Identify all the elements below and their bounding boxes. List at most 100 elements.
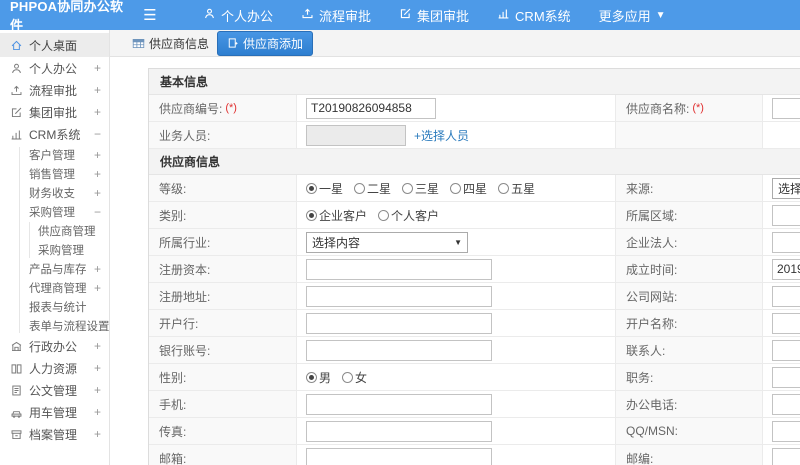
founded-date-input[interactable] [772,258,800,280]
expand-indicator[interactable]: + [94,61,101,75]
radio-level-1[interactable] [306,182,317,194]
reg-capital-input[interactable] [306,258,492,280]
business-person-input[interactable] [306,124,406,146]
sidebar-item-human-resources[interactable]: 人力资源 + [0,357,109,379]
radio-level-4[interactable] [450,182,462,194]
field-label: 传真: [149,418,297,444]
office-phone-input[interactable] [772,393,800,415]
sidebar-item-finance[interactable]: 财务收支 + [0,183,109,202]
nav-more-apps[interactable]: 更多应用 ▼ [599,6,666,25]
sidebar-item-crm-system[interactable]: CRM系统 − [0,123,109,145]
bank-input[interactable] [306,312,492,334]
sidebar-item-form-flow-settings[interactable]: 表单与流程设置 + [0,316,109,335]
reg-address-input[interactable] [306,285,492,307]
field-label: 银行账号: [149,337,297,363]
expand-indicator[interactable]: + [94,105,101,119]
user-icon [10,62,23,75]
mobile-input[interactable] [306,393,492,415]
supplier-name-input[interactable] [772,97,800,119]
nav-personal-office[interactable]: 个人办公 [203,6,273,25]
expand-indicator[interactable]: + [94,383,101,397]
expand-indicator[interactable]: + [94,427,101,441]
menu-toggle-icon[interactable]: ☰ [135,6,165,24]
expand-indicator[interactable]: + [94,148,101,162]
choose-person-link[interactable]: +选择人员 [414,127,469,144]
nav-crm-system[interactable]: CRM系统 [497,6,571,25]
expand-indicator[interactable]: + [94,405,101,419]
supplier-no-input[interactable] [306,97,436,119]
radio-level-2[interactable] [354,182,366,194]
industry-select[interactable]: 选择内容 ▼ [306,231,468,253]
radio-level-3[interactable] [402,182,414,194]
sidebar-item-vehicle-mgmt[interactable]: 用车管理 + [0,401,109,423]
sidebar-item-process-approval[interactable]: 流程审批 + [0,79,109,101]
nav-group-approval[interactable]: 集团审批 [399,6,469,25]
radio-enterprise-customer[interactable] [306,209,317,221]
field-label [616,122,763,148]
sidebar-item-customer-mgmt[interactable]: 客户管理 + [0,145,109,164]
sidebar-item-supplier-mgmt[interactable]: 供应商管理 [0,221,109,240]
field-label: 办公电话: [616,391,763,417]
radio-level-5[interactable] [498,182,510,194]
collapse-indicator[interactable]: − [94,205,101,219]
expand-indicator[interactable]: + [94,262,101,276]
radio-personal-customer[interactable] [378,209,390,221]
expand-indicator[interactable]: + [94,339,101,353]
source-select[interactable]: 选择内容▼ [772,177,800,199]
zip-input[interactable] [772,447,800,465]
field-label: 性别: [149,364,297,390]
bar-chart-icon [10,128,23,141]
region-input[interactable] [772,204,800,226]
sidebar-item-purchasing[interactable]: 采购管理 [0,240,109,259]
sidebar-item-archive-mgmt[interactable]: 档案管理 + [0,423,109,445]
sidebar-item-document-mgmt[interactable]: 公文管理 + [0,379,109,401]
expand-indicator[interactable]: + [94,361,101,375]
expand-indicator[interactable]: + [94,167,101,181]
sidebar-item-agent-mgmt[interactable]: 代理商管理 + [0,278,109,297]
required-mark: (*) [692,102,704,114]
sidebar-item-personal-desktop[interactable]: 个人桌面 [0,33,109,57]
radio-female[interactable] [342,371,354,383]
sidebar-item-personal-office[interactable]: 个人办公 + [0,57,109,79]
expand-indicator[interactable]: + [94,83,101,97]
legal-person-input[interactable] [772,231,800,253]
dropdown-arrow-icon: ▼ [454,237,462,247]
email-input[interactable] [306,447,492,465]
level-radio-group: 一星 二星 三星 四星 五星 [306,180,542,197]
expand-indicator[interactable]: + [94,186,101,200]
supplier-add-icon [228,38,238,48]
tab-label: 供应商信息 [149,36,210,51]
account-name-input[interactable] [772,312,800,334]
tab-label: 供应商添加 [243,36,304,51]
website-input[interactable] [772,285,800,307]
sidebar-item-group-approval[interactable]: 集团审批 + [0,101,109,123]
tab-supplier-info[interactable]: 供应商信息 [132,35,209,52]
required-mark: (*) [225,102,237,114]
upload-icon [301,7,314,23]
bank-account-input[interactable] [306,339,492,361]
tab-bar: 供应商信息 供应商添加 [110,30,800,57]
sidebar-item-purchase-mgmt[interactable]: 采购管理 − [0,202,109,221]
topbar: PHPOA协同办公软件 ☰ 个人办公 流程审批 集团审批 CRM系统 更多应用 … [0,0,800,33]
sidebar-item-reports-stats[interactable]: 报表与统计 [0,297,109,316]
sidebar-item-label: 公文管理 [29,383,78,398]
expand-indicator[interactable]: + [94,281,101,295]
field-label: 职务: [616,364,763,390]
sidebar-item-label: 代理商管理 [29,282,87,295]
sidebar-item-label: 财务收支 [29,187,75,200]
tab-supplier-add[interactable]: 供应商添加 [217,30,314,56]
collapse-indicator[interactable]: − [94,127,101,141]
sidebar-item-sales-mgmt[interactable]: 销售管理 + [0,164,109,183]
sidebar-item-admin-office[interactable]: 行政办公 + [0,335,109,357]
sidebar-item-product-inventory[interactable]: 产品与库存 + [0,259,109,278]
position-input[interactable] [772,366,800,388]
radio-label: 个人客户 [391,208,440,223]
nav-label: 流程审批 [319,8,372,24]
edit-icon [399,7,412,23]
nav-process-approval[interactable]: 流程审批 [301,6,371,25]
qq-msn-input[interactable] [772,420,800,442]
caret-down-icon: ▼ [655,9,666,21]
contact-input[interactable] [772,339,800,361]
fax-input[interactable] [306,420,492,442]
radio-male[interactable] [306,371,317,383]
